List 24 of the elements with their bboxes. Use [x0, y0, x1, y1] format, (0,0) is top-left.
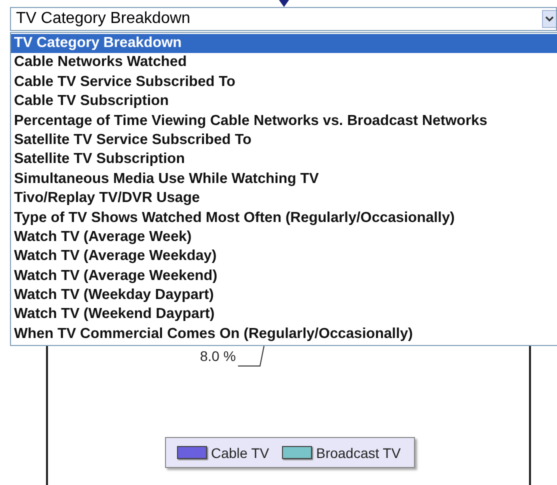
dropdown-option[interactable]: Cable TV Service Subscribed To: [11, 72, 557, 92]
dropdown-option[interactable]: Watch TV (Average Weekday): [11, 247, 557, 267]
legend-label: Broadcast TV: [316, 444, 401, 461]
dropdown-option[interactable]: Cable Networks Watched: [11, 53, 557, 73]
dropdown-option[interactable]: Type of TV Shows Watched Most Often (Regularly/Occasionally): [11, 208, 557, 228]
dropdown-option[interactable]: TV Category Breakdown: [11, 34, 557, 54]
dropdown-button[interactable]: [542, 10, 556, 28]
dropdown-option[interactable]: When TV Commercial Comes On (Regularly/Occasionally): [11, 324, 557, 344]
category-dropdown[interactable]: TV Category Breakdown: [10, 7, 557, 31]
dropdown-option[interactable]: Watch TV (Average Weekend): [11, 266, 557, 286]
dropdown-option[interactable]: Watch TV (Weekend Daypart): [11, 305, 557, 325]
dropdown-option[interactable]: Tivo/Replay TV/DVR Usage: [11, 189, 557, 209]
dropdown-option[interactable]: Watch TV (Weekday Daypart): [11, 286, 557, 306]
dropdown-option[interactable]: Satellite TV Service Subscribed To: [11, 130, 557, 150]
dropdown-option[interactable]: Percentage of Time Viewing Cable Networks vs. Broadcast Networks: [11, 112, 557, 131]
legend-label: Cable TV: [211, 444, 270, 461]
arrow-icon: [279, 0, 289, 7]
chevron-icon: [545, 16, 554, 22]
dropdown-option[interactable]: Watch TV (Average Week): [11, 228, 557, 248]
dropdown-option[interactable]: Satellite TV Subscription: [11, 150, 557, 170]
dropdown-option[interactable]: Cable TV Subscription: [11, 92, 557, 112]
dropdown-option[interactable]: Simultaneous Media Use While Watching TV: [11, 170, 557, 190]
leader-line: [238, 345, 266, 368]
data-label: 8.0 %: [200, 348, 236, 366]
